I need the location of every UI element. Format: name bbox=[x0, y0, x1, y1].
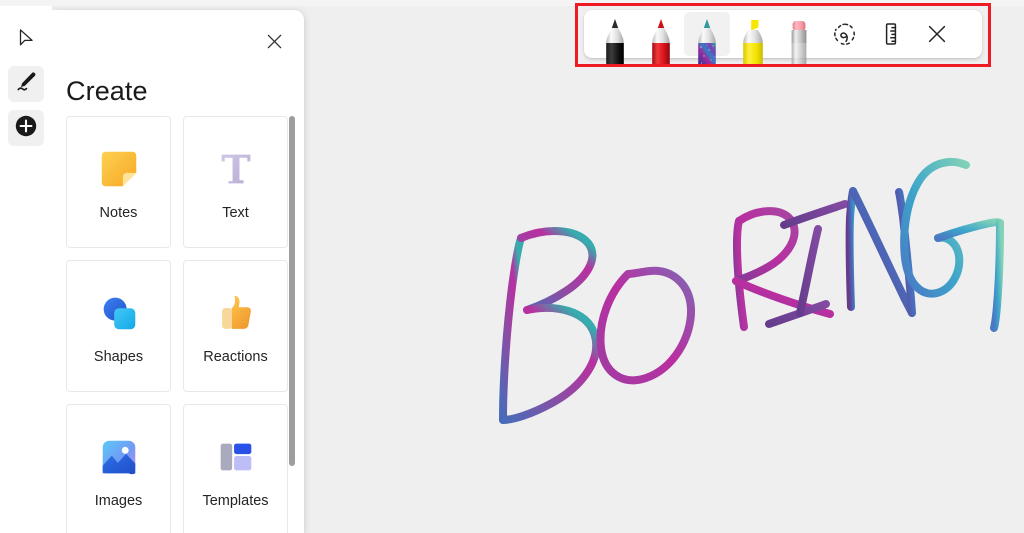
create-panel-scrollbar[interactable] bbox=[288, 114, 296, 533]
left-tool-rail bbox=[0, 6, 52, 533]
plus-circle-icon bbox=[14, 114, 38, 143]
lasso-select-icon bbox=[822, 12, 868, 56]
pen-ink-icon bbox=[15, 70, 38, 98]
create-tile-text[interactable]: Text bbox=[183, 116, 288, 248]
sidebar-item-ink[interactable] bbox=[8, 66, 44, 102]
create-tile-label: Notes bbox=[99, 205, 138, 221]
create-tile-shapes[interactable]: Shapes bbox=[66, 260, 171, 392]
create-panel-close-button[interactable] bbox=[258, 28, 290, 60]
create-tiles-grid: Notes Text Shapes Reactions Images Templ… bbox=[66, 116, 288, 533]
ink-tool-black-pen[interactable] bbox=[592, 12, 638, 67]
close-icon bbox=[914, 12, 960, 56]
sticky-note-icon bbox=[93, 143, 145, 195]
shapes-icon bbox=[93, 287, 145, 339]
ink-tool-eraser[interactable] bbox=[776, 12, 822, 67]
highlighter-icon bbox=[736, 16, 770, 73]
ink-tool-ruler[interactable] bbox=[868, 12, 914, 56]
image-icon bbox=[93, 431, 145, 483]
thumbs-up-icon bbox=[210, 287, 262, 339]
whiteboard-app: Create Notes Text Shapes Reactions Image… bbox=[0, 0, 1024, 533]
create-tile-notes[interactable]: Notes bbox=[66, 116, 171, 248]
eraser-icon bbox=[782, 16, 816, 73]
text-t-icon bbox=[210, 143, 262, 195]
sidebar-item-select[interactable] bbox=[8, 22, 44, 58]
templates-icon bbox=[210, 431, 262, 483]
create-tile-label: Shapes bbox=[93, 349, 144, 365]
ink-tool-lasso-select[interactable] bbox=[822, 12, 868, 56]
ink-toolbar-close-button[interactable] bbox=[914, 12, 960, 56]
create-tile-label: Templates bbox=[202, 493, 269, 509]
ruler-icon bbox=[868, 12, 914, 56]
create-tile-templates[interactable]: Templates bbox=[183, 404, 288, 533]
pen-icon bbox=[598, 16, 632, 73]
ink-tool-red-pen[interactable] bbox=[638, 12, 684, 67]
create-tile-label: Reactions bbox=[203, 349, 268, 365]
create-tile-label: Text bbox=[222, 205, 249, 221]
create-tile-reactions[interactable]: Reactions bbox=[183, 260, 288, 392]
ink-tool-yellow-highlighter[interactable] bbox=[730, 12, 776, 67]
pen-icon bbox=[690, 16, 724, 73]
scrollbar-thumb[interactable] bbox=[289, 116, 295, 466]
create-tile-images[interactable]: Images bbox=[66, 404, 171, 533]
sidebar-item-create[interactable] bbox=[8, 110, 44, 146]
cursor-arrow-icon bbox=[15, 27, 37, 54]
create-panel: Create Notes Text Shapes Reactions Image… bbox=[52, 10, 304, 533]
create-tile-label: Images bbox=[94, 493, 143, 509]
ink-toolbar bbox=[584, 10, 982, 67]
page-title: Create bbox=[66, 76, 148, 106]
ink-tool-galaxy-pen[interactable] bbox=[684, 12, 730, 67]
close-icon bbox=[266, 33, 283, 55]
pen-icon bbox=[644, 16, 678, 73]
